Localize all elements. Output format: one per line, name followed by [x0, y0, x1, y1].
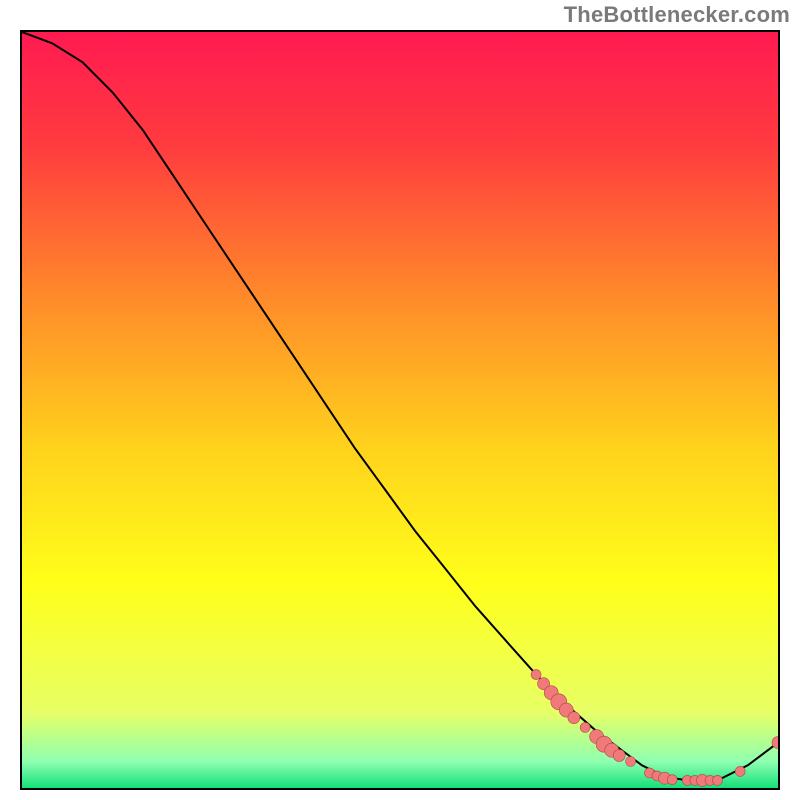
data-point — [613, 750, 625, 762]
plot-area — [20, 30, 780, 790]
attribution-label: TheBottlenecker.com — [564, 2, 790, 28]
data-point — [626, 757, 636, 767]
data-point — [713, 775, 723, 785]
data-point — [667, 775, 677, 785]
data-point — [531, 670, 541, 680]
data-point — [568, 712, 580, 724]
chart-container: TheBottlenecker.com — [0, 0, 800, 800]
chart-foreground — [22, 32, 778, 788]
bottleneck-points — [531, 670, 778, 787]
bottleneck-curve — [22, 32, 778, 780]
data-point — [735, 766, 745, 776]
data-point — [580, 723, 590, 733]
